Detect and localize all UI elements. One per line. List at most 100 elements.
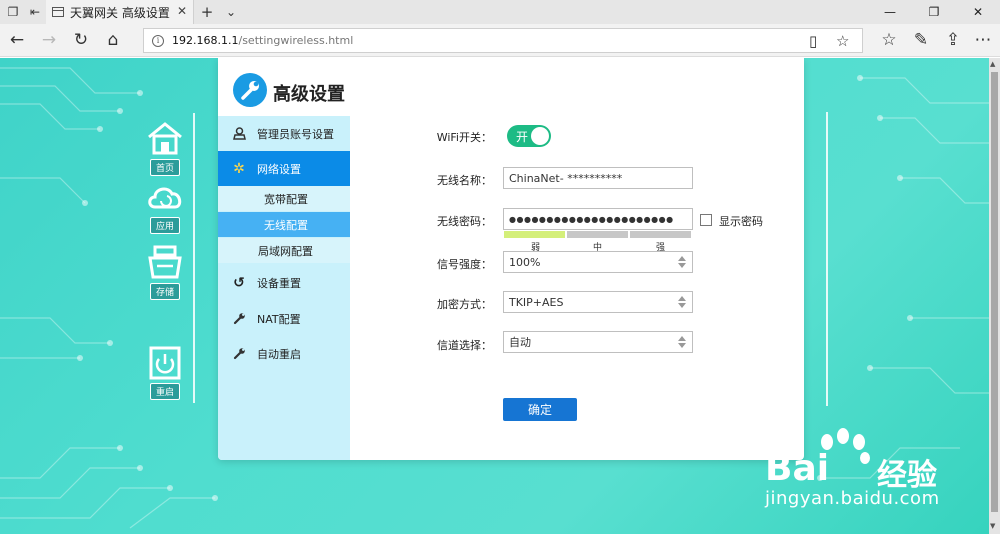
home-icon bbox=[148, 122, 182, 155]
sidebar-item-label: 自动重启 bbox=[257, 347, 301, 361]
strength-bar-medium bbox=[567, 231, 628, 238]
tab-back-icon[interactable]: ⇤ bbox=[24, 0, 46, 24]
settings-sidebar: 管理员账号设置 ✲ 网络设置 宽带配置 无线配置 局域网配置 ↺ 设备重置 NA… bbox=[218, 116, 350, 460]
minimize-icon[interactable]: — bbox=[868, 0, 912, 24]
signal-value: 100% bbox=[509, 255, 541, 269]
cloud-icon bbox=[148, 187, 182, 209]
page-icon bbox=[52, 7, 64, 17]
sidebar-item-network[interactable]: ✲ 网络设置 bbox=[218, 151, 350, 186]
tab-list-icon[interactable]: ❐ bbox=[2, 0, 24, 24]
sidebar-item-reset[interactable]: ↺ 设备重置 bbox=[218, 265, 350, 300]
encryption-select[interactable]: TKIP+AES bbox=[503, 291, 693, 313]
sidebar-subitem-wireless[interactable]: 无线配置 bbox=[218, 212, 350, 237]
forward-icon[interactable]: → bbox=[36, 29, 62, 51]
back-icon[interactable]: ← bbox=[4, 29, 30, 51]
wifi-toggle[interactable]: 开 bbox=[507, 125, 551, 147]
sidebar-item-auto-reboot[interactable]: 自动重启 bbox=[218, 336, 350, 371]
restore-icon[interactable]: ❐ bbox=[912, 0, 956, 24]
browser-tab-bar: ❐ ⇤ 天翼网关 高级设置 ✕ + ⌄ — ❐ ✕ bbox=[0, 0, 1000, 24]
tab-title: 天翼网关 高级设置 bbox=[70, 5, 170, 20]
wrench-icon bbox=[232, 312, 246, 326]
refresh-icon[interactable]: ↻ bbox=[68, 29, 94, 51]
password-label: 无线密码： bbox=[437, 215, 492, 228]
reading-view-icon[interactable]: ▯ bbox=[809, 32, 817, 50]
reset-icon: ↺ bbox=[233, 274, 245, 291]
close-window-icon[interactable]: ✕ bbox=[956, 0, 1000, 24]
page-scrollbar[interactable]: ▲ ▼ bbox=[989, 58, 1000, 534]
stepper-arrows-icon[interactable] bbox=[678, 255, 686, 269]
sidebar-subitem-lan[interactable]: 局域网配置 bbox=[218, 238, 350, 263]
wrench-logo-icon bbox=[233, 73, 267, 107]
signal-strength-stepper[interactable]: 100% bbox=[503, 251, 693, 273]
user-icon bbox=[232, 127, 246, 141]
rail-item-reboot[interactable]: 重启 bbox=[143, 346, 187, 400]
strength-bar-strong bbox=[630, 231, 691, 238]
wifi-toggle-text: 开 bbox=[516, 130, 529, 144]
watermark-brand: Bai bbox=[765, 448, 830, 489]
strength-bar-weak bbox=[504, 231, 565, 238]
wrench-icon bbox=[232, 347, 246, 361]
rail-item-apps[interactable]: 应用 bbox=[143, 180, 187, 234]
panel-header: 高级设置 bbox=[218, 58, 804, 116]
gear-icon: ✲ bbox=[233, 160, 245, 177]
rail-label: 首页 bbox=[149, 159, 180, 176]
stepper-arrows-icon[interactable] bbox=[678, 335, 686, 349]
sidebar-item-nat[interactable]: NAT配置 bbox=[218, 301, 350, 336]
sidebar-item-admin-account[interactable]: 管理员账号设置 bbox=[218, 116, 350, 151]
show-password-checkbox[interactable] bbox=[700, 214, 712, 226]
password-value: ●●●●●●●●●●●●●●●●●●●●●● bbox=[509, 214, 674, 224]
share-icon[interactable]: ⇪ bbox=[940, 29, 966, 51]
channel-select[interactable]: 自动 bbox=[503, 331, 693, 353]
address-bar[interactable]: i 192.168.1.1/settingwireless.html ▯ ☆ bbox=[143, 28, 863, 53]
scroll-thumb[interactable] bbox=[991, 72, 998, 512]
rail-label: 应用 bbox=[149, 217, 180, 234]
rail-item-storage[interactable]: 存储 bbox=[143, 244, 187, 300]
url-host: 192.168.1.1 bbox=[172, 34, 239, 47]
ssid-value: ChinaNet- ********** bbox=[509, 171, 623, 185]
url-path: /settingwireless.html bbox=[238, 34, 354, 47]
page-title: 高级设置 bbox=[273, 84, 345, 105]
page-background: 首页 应用 存储 重启 高级设置 管理员账号设置 ✲ 网络设置 宽带配置 无线配… bbox=[0, 58, 989, 534]
favorites-hub-icon[interactable]: ☆ bbox=[876, 29, 902, 51]
new-tab-icon[interactable]: + bbox=[196, 0, 218, 24]
browser-tab[interactable]: 天翼网关 高级设置 ✕ bbox=[46, 0, 194, 24]
watermark-url: jingyan.baidu.com bbox=[765, 488, 940, 509]
password-input[interactable]: ●●●●●●●●●●●●●●●●●●●●●● bbox=[503, 208, 693, 230]
pen-icon[interactable]: ✎ bbox=[908, 29, 934, 51]
info-icon[interactable]: i bbox=[152, 34, 164, 47]
chevron-down-icon[interactable]: ⌄ bbox=[220, 0, 242, 24]
wifi-switch-label: WiFi开关： bbox=[436, 131, 492, 144]
favorite-star-icon[interactable]: ☆ bbox=[836, 32, 849, 50]
toggle-knob bbox=[531, 127, 549, 145]
signal-label: 信号强度： bbox=[437, 258, 492, 271]
sidebar-item-label: 网络设置 bbox=[257, 162, 301, 176]
more-icon[interactable]: ⋯ bbox=[970, 29, 996, 51]
channel-value: 自动 bbox=[509, 336, 531, 349]
rail-item-home[interactable]: 首页 bbox=[143, 120, 187, 176]
rail-divider bbox=[193, 113, 195, 403]
close-tab-icon[interactable]: ✕ bbox=[177, 4, 187, 18]
confirm-button[interactable]: 确定 bbox=[503, 398, 577, 421]
channel-label: 信道选择： bbox=[437, 339, 492, 352]
right-divider bbox=[826, 112, 828, 406]
sidebar-item-label: NAT配置 bbox=[257, 312, 301, 326]
encryption-label: 加密方式： bbox=[437, 298, 492, 311]
scroll-up-icon[interactable]: ▲ bbox=[990, 60, 995, 68]
home-browser-icon[interactable]: ⌂ bbox=[100, 29, 126, 51]
sidebar-subitem-broadband[interactable]: 宽带配置 bbox=[218, 186, 350, 211]
storage-icon bbox=[148, 245, 182, 279]
browser-nav-bar: ← → ↻ ⌂ i 192.168.1.1/settingwireless.ht… bbox=[0, 24, 1000, 57]
scroll-down-icon[interactable]: ▼ bbox=[990, 522, 995, 530]
subitem-label: 宽带配置 bbox=[264, 192, 308, 206]
ssid-label: 无线名称： bbox=[437, 174, 492, 187]
settings-panel: 高级设置 管理员账号设置 ✲ 网络设置 宽带配置 无线配置 局域网配置 ↺ 设备… bbox=[218, 58, 804, 460]
rail-label: 存储 bbox=[149, 283, 180, 300]
ssid-input[interactable]: ChinaNet- ********** bbox=[503, 167, 693, 189]
rail-label: 重启 bbox=[149, 383, 180, 400]
show-password-label: 显示密码 bbox=[719, 215, 763, 228]
sidebar-item-label: 设备重置 bbox=[257, 276, 301, 290]
encryption-value: TKIP+AES bbox=[509, 295, 564, 309]
power-icon bbox=[149, 346, 181, 380]
subitem-label: 无线配置 bbox=[264, 218, 308, 232]
stepper-arrows-icon[interactable] bbox=[678, 295, 686, 309]
